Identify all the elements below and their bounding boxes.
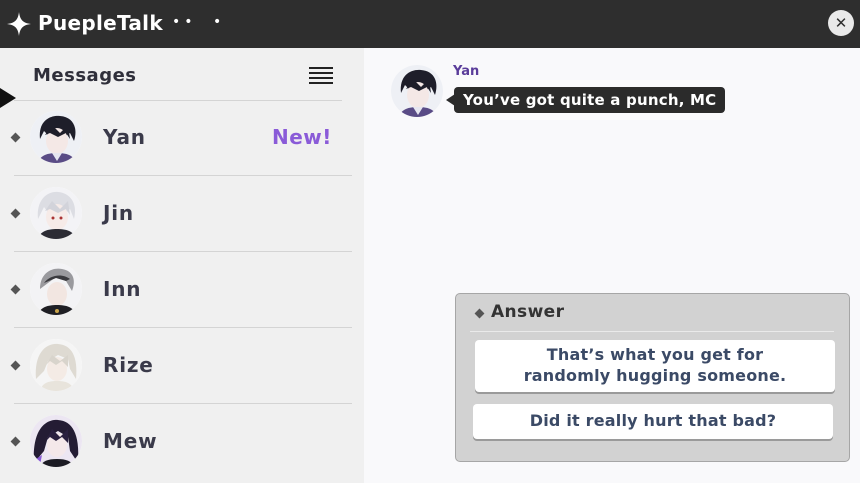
- answer-option-1[interactable]: That’s what you get for randomly hugging…: [475, 340, 835, 392]
- hamburger-menu-icon[interactable]: [309, 67, 333, 84]
- contact-item-rize[interactable]: Rize: [0, 329, 364, 404]
- divider: [14, 251, 352, 252]
- message-sender: Yan: [453, 64, 480, 79]
- contact-name: Jin: [103, 201, 134, 225]
- divider: [14, 327, 352, 328]
- bullet-icon: [10, 360, 21, 371]
- avatar: [391, 65, 443, 117]
- close-button[interactable]: ✕: [828, 10, 854, 36]
- title-bar: PuepleTalk •• • ✕: [0, 0, 860, 48]
- answer-option-2[interactable]: Did it really hurt that bad?: [473, 404, 833, 439]
- answer-title: Answer: [491, 302, 565, 322]
- bullet-icon: [474, 308, 485, 319]
- close-icon: ✕: [834, 13, 848, 32]
- contact-name: Mew: [103, 429, 158, 453]
- avatar: [30, 415, 82, 467]
- answer-panel: Answer That’s what you get for randomly …: [455, 293, 850, 462]
- title-decoration-dots: ••: [172, 14, 197, 30]
- app-title: PuepleTalk: [38, 11, 163, 35]
- new-badge: New!: [272, 125, 332, 149]
- message-bubble: You’ve got quite a punch, MC: [454, 87, 726, 113]
- sparkle-icon: [7, 12, 31, 36]
- avatar: [30, 111, 82, 163]
- bullet-icon: [10, 436, 21, 447]
- divider: [470, 331, 834, 332]
- chat-panel: Yan You’ve got quite a punch, MC Answer …: [364, 48, 860, 483]
- avatar: [30, 187, 82, 239]
- contact-item-mew[interactable]: Mew: [0, 405, 364, 480]
- contact-name: Rize: [103, 353, 154, 377]
- sidebar-title: Messages: [33, 65, 137, 86]
- contacts-sidebar: Messages Yan New! Jin Inn Rize Mew: [0, 48, 364, 483]
- divider: [14, 175, 352, 176]
- bullet-icon: [10, 284, 21, 295]
- contact-name: Inn: [103, 277, 142, 301]
- bullet-icon: [10, 132, 21, 143]
- contact-item-yan[interactable]: Yan New!: [0, 101, 364, 176]
- avatar: [30, 339, 82, 391]
- title-decoration-dot: •: [213, 14, 222, 30]
- contact-item-inn[interactable]: Inn: [0, 253, 364, 328]
- contact-item-jin[interactable]: Jin: [0, 177, 364, 252]
- avatar: [30, 263, 82, 315]
- contact-name: Yan: [103, 125, 146, 149]
- answer-option-label: Did it really hurt that bad?: [529, 411, 777, 431]
- bullet-icon: [10, 208, 21, 219]
- divider: [14, 403, 352, 404]
- answer-option-label: That’s what you get for randomly hugging…: [523, 345, 787, 385]
